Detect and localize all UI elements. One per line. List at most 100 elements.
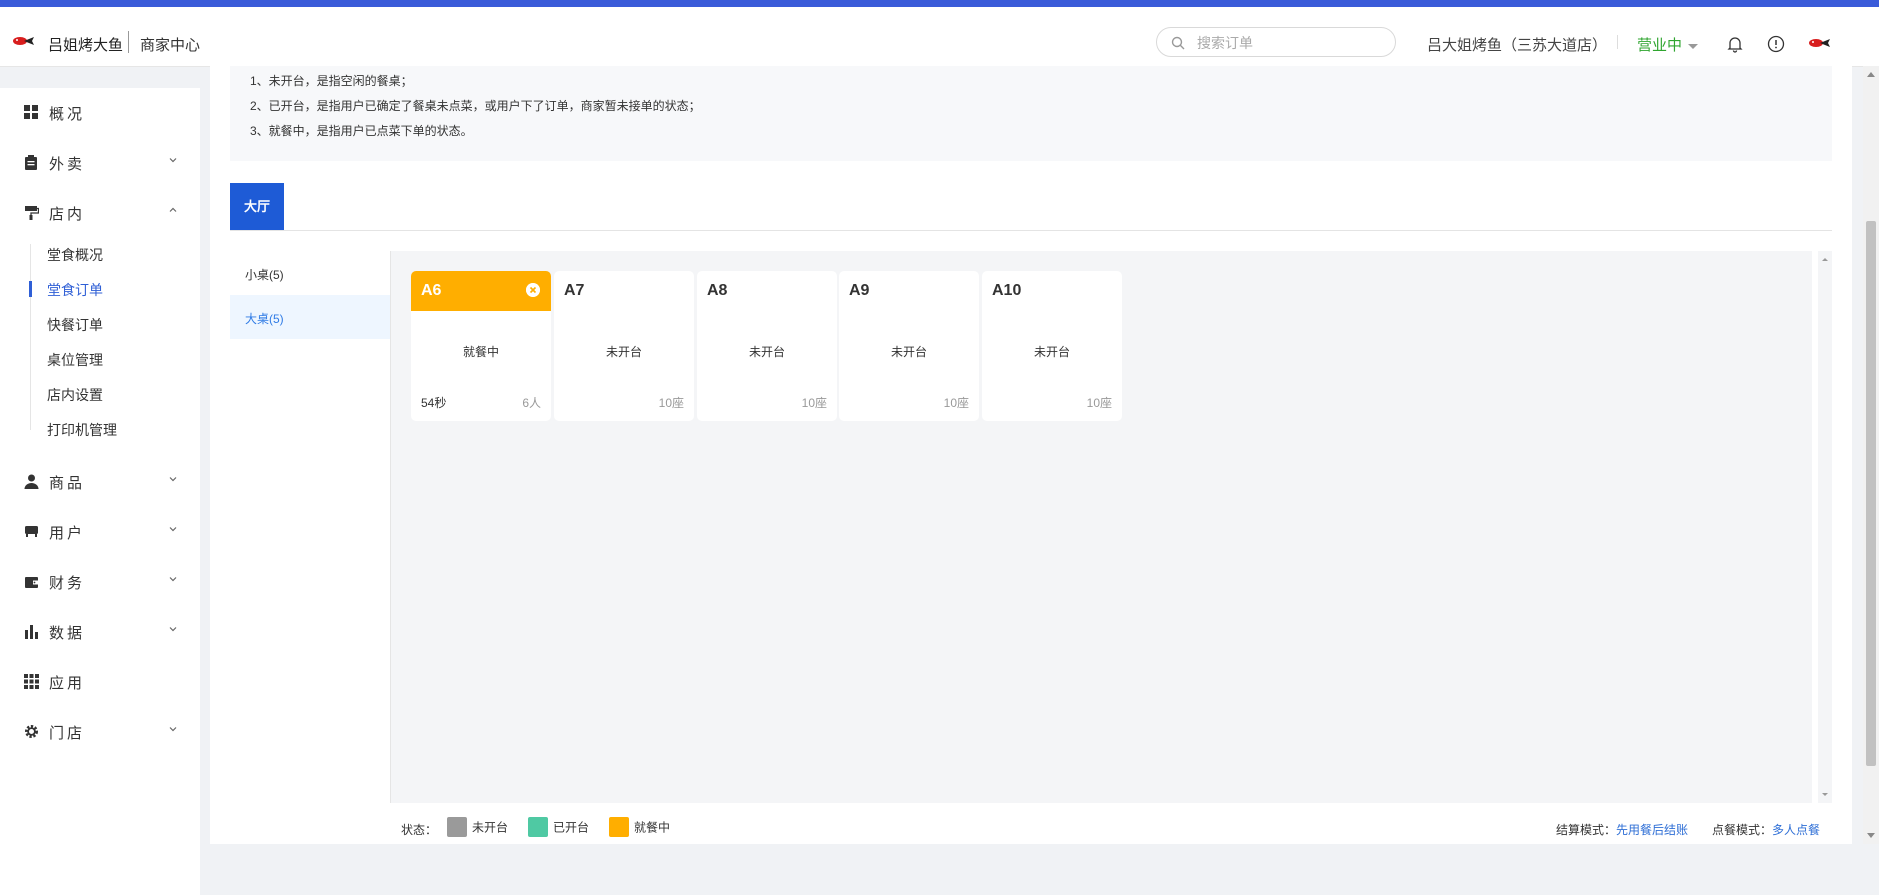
table-seat-count: 10座 (658, 396, 684, 410)
search-box[interactable] (1156, 27, 1396, 57)
status-notice: 1、未开台，是指空闲的餐桌； 2、已开台，是指用户已确定了餐桌未点菜，或用户下了… (230, 66, 1832, 161)
main-panel: 1、未开台，是指空闲的餐桌； 2、已开台，是指用户已确定了餐桌未点菜，或用户下了… (210, 66, 1852, 844)
nav-store[interactable]: 门店 (0, 711, 200, 751)
submenu-guide-line (30, 244, 31, 430)
user-icon (24, 474, 39, 489)
table-name: A7 (564, 282, 585, 299)
nav-takeout[interactable]: 外卖 (0, 142, 200, 182)
tab-hall[interactable]: 大厅 (230, 183, 284, 230)
table-card-header: A8 (697, 271, 837, 311)
settle-mode-link[interactable]: 先用餐后结账 (1616, 823, 1688, 837)
table-seat-count: 10座 (1086, 396, 1112, 410)
settle-mode: 结算模式：先用餐后结账 (1556, 821, 1688, 838)
chevron-up-icon (169, 207, 177, 212)
tab-divider (230, 230, 1832, 231)
submenu-fast-orders[interactable]: 快餐订单 (47, 315, 103, 335)
nav-users[interactable]: 用户 (0, 511, 200, 551)
business-status-dropdown[interactable]: 营业中 (1637, 34, 1699, 55)
scroll-down-icon[interactable] (1818, 790, 1832, 800)
business-status-label: 营业中 (1637, 37, 1683, 54)
nav-store-label: 门店 (49, 725, 86, 742)
order-mode-label: 点餐模式： (1712, 823, 1773, 837)
category-large-tables[interactable]: 大桌(5) (230, 295, 390, 339)
nav-dine-in[interactable]: 店内 (0, 192, 200, 232)
grid-icon (24, 674, 39, 689)
table-name: A8 (707, 282, 728, 299)
legend-swatch-dining (609, 817, 629, 837)
category-label: 大桌(5) (245, 312, 284, 326)
table-name: A6 (421, 282, 442, 299)
submenu-table-management[interactable]: 桌位管理 (47, 350, 103, 370)
category-label: 小桌(5) (245, 268, 284, 282)
nav-dine-in-label: 店内 (49, 206, 86, 223)
table-card-header: A6 (411, 271, 551, 311)
chevron-down-icon (169, 477, 177, 482)
notice-line-1: 1、未开台，是指空闲的餐桌； (250, 74, 413, 88)
page-scrollbar[interactable] (1863, 66, 1879, 844)
submenu-printer-management[interactable]: 打印机管理 (47, 420, 117, 440)
order-mode-link[interactable]: 多人点餐 (1772, 823, 1820, 837)
brand-name: 吕姐烤大鱼 (48, 37, 124, 54)
avatar[interactable] (1808, 37, 1832, 49)
chevron-down-icon (169, 727, 177, 732)
merchant-center-label: 商家中心 (140, 37, 201, 54)
category-small-tables[interactable]: 小桌(5) (230, 251, 390, 295)
caret-down-icon (1688, 43, 1699, 49)
nav-data-label: 数据 (49, 625, 86, 642)
nav-apps[interactable]: 应用 (0, 661, 200, 701)
top-accent-bar (0, 0, 1879, 7)
paint-roller-icon (25, 206, 39, 220)
nav-takeout-label: 外卖 (49, 156, 86, 173)
table-card-a10[interactable]: A10 未开台 10座 (982, 271, 1122, 421)
dashboard-icon (24, 105, 38, 119)
chevron-down-icon (169, 527, 177, 532)
submenu-store-settings[interactable]: 店内设置 (47, 385, 103, 405)
table-card-a6[interactable]: A6 就餐中 54秒 6人 (411, 271, 551, 421)
scroll-down-icon[interactable] (1867, 833, 1875, 838)
nav-finance-label: 财务 (49, 575, 86, 592)
bell-icon[interactable] (1726, 35, 1744, 53)
table-status: 未开台 (748, 345, 785, 359)
legend-label: 已开台 (553, 820, 590, 835)
legend-label: 就餐中 (634, 820, 671, 835)
settle-mode-label: 结算模式： (1556, 823, 1617, 837)
table-card-a9[interactable]: A9 未开台 10座 (839, 271, 979, 421)
table-status: 就餐中 (462, 345, 499, 359)
wallet-icon (25, 577, 38, 588)
table-status: 未开台 (1033, 345, 1070, 359)
close-icon[interactable] (526, 283, 540, 297)
scroll-up-icon[interactable] (1867, 72, 1875, 77)
search-input[interactable] (1195, 32, 1389, 54)
sidebar: 概况 外卖 店内 堂食概况 堂食订单 快餐订单 桌位管理 店内设置 打印机管理 … (0, 88, 200, 895)
chevron-down-icon (169, 627, 177, 632)
table-card-header: A7 (554, 271, 694, 311)
table-card-a7[interactable]: A7 未开台 10座 (554, 271, 694, 421)
scrollbar-thumb[interactable] (1866, 221, 1876, 766)
legend-title: 状态： (401, 823, 438, 837)
table-seat-count: 10座 (801, 396, 827, 410)
legend-swatch-opened (528, 817, 548, 837)
table-card-a8[interactable]: A8 未开台 10座 (697, 271, 837, 421)
legend-item-opened: 已开台 (528, 817, 589, 837)
nav-users-label: 用户 (49, 525, 86, 542)
nav-goods-label: 商品 (49, 475, 86, 492)
chevron-down-icon (169, 577, 177, 582)
nav-apps-label: 应用 (49, 675, 86, 692)
legend-swatch-idle (447, 817, 467, 837)
submenu-dine-overview[interactable]: 堂食概况 (47, 245, 103, 265)
nav-finance[interactable]: 财务 (0, 561, 200, 601)
submenu-dine-orders[interactable]: 堂食订单 (47, 280, 103, 300)
search-icon (1171, 36, 1185, 50)
nav-overview[interactable]: 概况 (0, 92, 200, 132)
scroll-up-icon[interactable] (1818, 254, 1832, 264)
info-icon[interactable] (1767, 35, 1785, 53)
order-mode: 点餐模式：多人点餐 (1712, 821, 1820, 838)
table-elapsed-time: 54秒 (421, 396, 447, 410)
notice-line-2: 2、已开台，是指用户已确定了餐桌未点菜，或用户下了订单，商家暂未接单的状态； (250, 99, 701, 113)
nav-goods[interactable]: 商品 (0, 461, 200, 501)
table-grid-scrollbar[interactable] (1818, 251, 1832, 803)
table-status: 未开台 (890, 345, 927, 359)
nav-data[interactable]: 数据 (0, 611, 200, 651)
sofa-icon (25, 526, 38, 537)
table-name: A9 (849, 282, 870, 299)
